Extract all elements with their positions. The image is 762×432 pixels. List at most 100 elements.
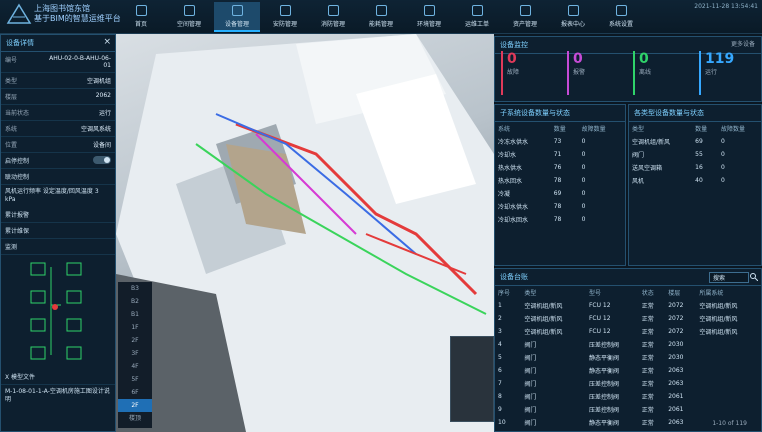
- nav-item[interactable]: 运维工单: [454, 2, 500, 32]
- monitor-row[interactable]: 监测: [1, 239, 115, 255]
- table-header: 类型 数量 故障数量: [632, 126, 745, 133]
- system-diagram: [30, 262, 82, 360]
- table-row[interactable]: 1 空调机组/新风 FCU 12 正常 2072 空调机组/新风: [495, 299, 761, 312]
- nav-icon: [567, 5, 579, 16]
- nav-item[interactable]: 首页: [118, 2, 164, 32]
- nav-item[interactable]: 资产管理: [502, 2, 548, 32]
- bim-3d-view[interactable]: [116, 34, 494, 432]
- nav-icon: [519, 5, 531, 16]
- table-row[interactable]: 热水回水 78 0: [495, 174, 625, 187]
- detail-field: 类型 空调机组: [1, 73, 115, 89]
- nav-item[interactable]: 环境管理: [406, 2, 452, 32]
- detail-field: 位置 设备间: [1, 137, 115, 153]
- nav-icon: [231, 5, 243, 16]
- stat-card: 119 运行: [699, 51, 759, 95]
- more-devices-link[interactable]: 更多设备: [731, 39, 755, 48]
- floor-item[interactable]: 2F: [118, 334, 152, 347]
- library-logo-icon: [6, 3, 32, 24]
- pagination[interactable]: 1-10 of 119: [712, 420, 747, 427]
- table-row[interactable]: 冷冻水供水 73 0: [495, 135, 625, 148]
- floor-selector: B3 B2 B1 1F 2F 3F 4F 5F 6F 2F 楼顶: [118, 282, 152, 428]
- stats-panel: 设备监控 更多设备 0 故障 0 报警 0 离线 119 运行: [494, 36, 762, 102]
- type-table-panel: 各类型设备数量与状态 类型 数量 故障数量空调机组/新风 69 0 阀门 55 0 送风空调箱 1…: [628, 104, 762, 266]
- panel-title: 设备详情: [1, 35, 115, 52]
- table-row[interactable]: 空调机组/新风 69 0: [629, 135, 761, 148]
- table-row[interactable]: 风机 40 0: [629, 174, 761, 187]
- device-list-panel: 设备台账 搜索 序号 类型 型号 状态 楼层 所属系统 1 空调机组/新风 FCU 12 正常 20…: [494, 268, 762, 432]
- table-row[interactable]: 7 阀门 压差控制阀 正常 2063: [495, 377, 761, 390]
- maintenance-row[interactable]: 累计维保: [1, 223, 115, 239]
- table-row[interactable]: 阀门 55 0: [629, 148, 761, 161]
- table-row[interactable]: 冷却水 71 0: [495, 148, 625, 161]
- detail-field: 当前状态 运行: [1, 105, 115, 121]
- nav-icon: [327, 5, 339, 16]
- nav-icon: [423, 5, 435, 16]
- nav-icon: [375, 5, 387, 16]
- type-table: 类型 数量 故障数量空调机组/新风 69 0 阀门 55 0 送风空调箱 16 0 风机 40 0: [629, 122, 761, 187]
- device-note: 风机运行频率 设定温度/回风温度 3 kPa: [5, 188, 99, 203]
- close-icon[interactable]: ×: [103, 37, 111, 47]
- table-header: 系统 数量 故障数量: [498, 126, 606, 133]
- detail-field: 系统 空调风系统: [1, 121, 115, 137]
- stat-card: 0 故障: [501, 51, 561, 95]
- nav-item[interactable]: 系统设置: [598, 2, 644, 32]
- search-input[interactable]: 搜索: [709, 272, 749, 283]
- nav-item[interactable]: 报表中心: [550, 2, 596, 32]
- floor-item[interactable]: B2: [118, 295, 152, 308]
- subsystem-title: 子系统设备数量与状态: [495, 105, 625, 122]
- nav-item[interactable]: 安防管理: [262, 2, 308, 32]
- stat-card: 0 离线: [633, 51, 693, 95]
- table-row[interactable]: 5 阀门 静态平衡阀 正常 2030: [495, 351, 761, 364]
- search-icon[interactable]: [750, 273, 758, 281]
- table-header: 序号 类型 型号 状态 楼层 所属系统: [498, 290, 724, 297]
- floor-item[interactable]: 6F: [118, 386, 152, 399]
- nav-item[interactable]: 能耗管理: [358, 2, 404, 32]
- building-model: [116, 34, 494, 432]
- detail-field: 楼层 2062: [1, 89, 115, 105]
- floor-item[interactable]: 1F: [118, 321, 152, 334]
- nav-icon: [615, 5, 627, 16]
- table-row[interactable]: 冷却水回水 78 0: [495, 213, 625, 226]
- floor-item[interactable]: 2F: [118, 399, 152, 412]
- floor-item[interactable]: 4F: [118, 360, 152, 373]
- alarm-row[interactable]: 累计报警: [1, 207, 115, 223]
- detail-field: 编号 AHU-02-0-B-AHU-06-01: [1, 52, 115, 73]
- table-row[interactable]: 6 阀门 静态平衡阀 正常 2063: [495, 364, 761, 377]
- subsystem-table: 系统 数量 故障数量冷冻水供水 73 0 冷却水 71 0 热水供水 76 0 热水回水 78 0 冷凝 69…: [495, 122, 625, 226]
- nav-icon: [183, 5, 195, 16]
- floor-item[interactable]: 3F: [118, 347, 152, 360]
- nav-item[interactable]: 设备管理: [214, 2, 260, 32]
- top-bar: 上海图书馆东馆 基于BIM的智慧运维平台 首页 空间管理 设备管理 安防管理 消防管理能…: [0, 0, 762, 34]
- main-nav: 首页 空间管理 设备管理 安防管理 消防管理 能耗管理 环境管理 运维工单 资产管理 报表中心 系统…: [118, 2, 644, 32]
- table-row[interactable]: 热水供水 76 0: [495, 161, 625, 174]
- table-row[interactable]: 2 空调机组/新风 FCU 12 正常 2072 空调机组/新风: [495, 312, 761, 325]
- nav-icon: [471, 5, 483, 16]
- device-table: 序号 类型 型号 状态 楼层 所属系统 1 空调机组/新风 FCU 12 正常 2072 空调机组/新…: [495, 286, 761, 429]
- floor-item[interactable]: 楼顶: [118, 412, 152, 425]
- table-row[interactable]: 8 阀门 压差控制阀 正常 2061: [495, 390, 761, 403]
- table-row[interactable]: 送风空调箱 16 0: [629, 161, 761, 174]
- start-stop-toggle[interactable]: [93, 156, 111, 164]
- stat-card: 0 报警: [567, 51, 627, 95]
- nav-icon: [279, 5, 291, 16]
- nav-item[interactable]: 空间管理: [166, 2, 212, 32]
- bottom-status: M-1-08-01-1-A-空调机房施工图设计说明: [5, 388, 110, 403]
- table-row[interactable]: 9 阀门 压差控制阀 正常 2061: [495, 403, 761, 416]
- subsystem-table-panel: 子系统设备数量与状态 系统 数量 故障数量冷冻水供水 73 0 冷却水 71 0 热水供水 76 0…: [494, 104, 626, 266]
- brand-title: 上海图书馆东馆 基于BIM的智慧运维平台: [34, 4, 121, 23]
- clock: 2021-11-28 13:54:41: [694, 3, 758, 10]
- type-title: 各类型设备数量与状态: [629, 105, 761, 122]
- floor-item[interactable]: 5F: [118, 373, 152, 386]
- pipe-legend: [450, 336, 494, 422]
- table-row[interactable]: 冷却水供水 78 0: [495, 200, 625, 213]
- toggle-row: 联动控制: [1, 169, 115, 185]
- nav-icon: [135, 5, 147, 16]
- table-row[interactable]: 4 阀门 压差控制阀 正常 2030: [495, 338, 761, 351]
- toggle-row: 启停控制: [1, 153, 115, 169]
- floor-item[interactable]: B3: [118, 282, 152, 295]
- model-file-link[interactable]: X 模型文件: [1, 369, 115, 385]
- floor-item[interactable]: B1: [118, 308, 152, 321]
- table-row[interactable]: 3 空调机组/新风 FCU 12 正常 2072 空调机组/新风: [495, 325, 761, 338]
- table-row[interactable]: 冷凝 69 0: [495, 187, 625, 200]
- nav-item[interactable]: 消防管理: [310, 2, 356, 32]
